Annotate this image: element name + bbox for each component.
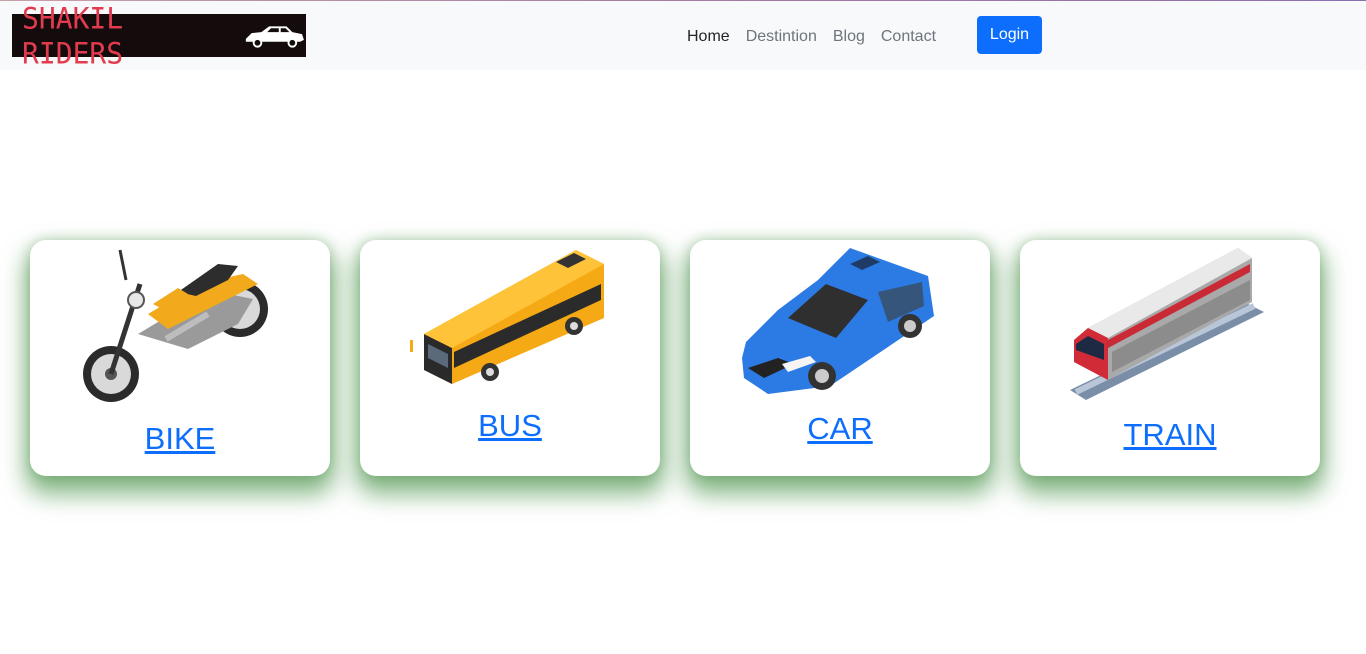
main-nav: Home Destintion Blog Contact [679,18,944,56]
train-icon [1070,248,1264,400]
card-car[interactable]: CAR [690,240,990,476]
nav-contact[interactable]: Contact [873,28,944,46]
car-icon [742,248,934,394]
card-car-link[interactable]: CAR [690,411,990,447]
card-train[interactable]: TRAIN [1020,240,1320,476]
card-bike[interactable]: BIKE [30,240,330,476]
nav-blog[interactable]: Blog [825,28,873,46]
card-bus-link[interactable]: BUS [360,408,660,444]
navbar: SHAKIL RIDERS Home Destintion Blog Conta… [0,1,1366,70]
card-bike-link[interactable]: BIKE [30,421,330,457]
login-button[interactable]: Login [977,16,1042,54]
brand-logo[interactable]: SHAKIL RIDERS [12,1,306,70]
nav-destination[interactable]: Destintion [738,28,825,46]
nav-home[interactable]: Home [679,28,738,46]
card-train-link[interactable]: TRAIN [1020,417,1320,453]
car-icon [245,25,305,48]
brand-name: SHAKIL RIDERS [22,0,124,71]
card-bus[interactable]: BUS [360,240,660,476]
motorcycle-icon [83,249,268,402]
